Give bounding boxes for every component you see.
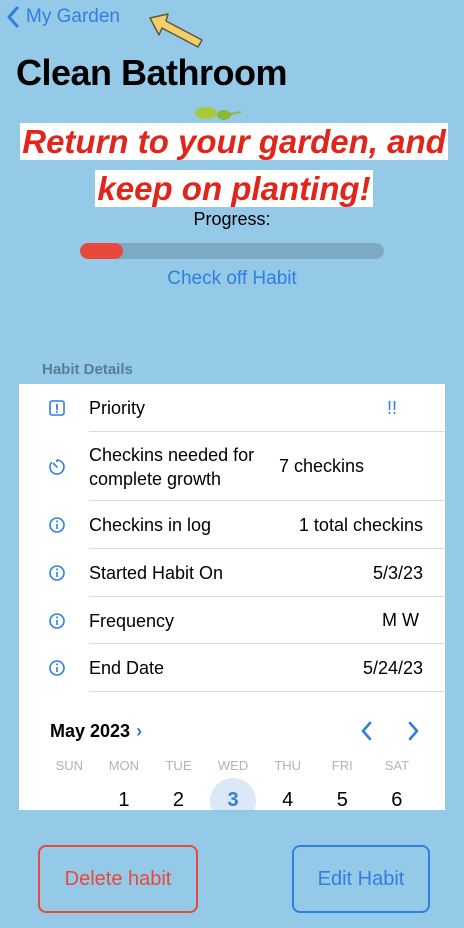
back-label: My Garden	[26, 6, 120, 27]
page-title: Clean Bathroom	[16, 52, 288, 93]
detail-value: 7 checkins	[279, 456, 365, 476]
exclamation-square-icon	[47, 398, 67, 418]
weekday-label: WED	[217, 758, 249, 773]
calendar-month-label[interactable]: May 2023	[50, 721, 130, 742]
timer-icon	[47, 457, 67, 477]
calendar-days: 1 2 3 4 5 6	[19, 773, 445, 810]
calendar-day[interactable]: 2	[151, 778, 206, 810]
detail-value: 5/24/23	[362, 657, 423, 678]
detail-row-checkins-in-log: Checkins in log 1 total checkins	[19, 501, 445, 549]
detail-label: Frequency	[89, 610, 175, 631]
detail-label: End Date	[89, 658, 165, 678]
info-icon	[47, 563, 67, 583]
detail-label: Checkins in log	[89, 515, 212, 535]
chevron-left-icon	[7, 6, 19, 28]
section-header-habit-details: Habit Details	[42, 361, 133, 378]
detail-value: 1 total checkins	[298, 514, 423, 535]
weekday-label: SAT	[384, 758, 410, 773]
edit-habit-button[interactable]: Edit Habit	[292, 845, 430, 913]
calendar-day[interactable]: 1	[97, 778, 152, 810]
weekday-label: THU	[274, 758, 302, 773]
calendar-day[interactable]: 5	[315, 778, 370, 810]
calendar-day[interactable]: 6	[370, 778, 425, 810]
progress-bar	[80, 243, 384, 259]
info-icon	[47, 658, 67, 678]
detail-label: Checkins needed for complete growth	[89, 444, 255, 489]
calendar-weekdays: SUN MON TUE WED THU FRI SAT	[19, 748, 445, 773]
calendar-header: May 2023 ›	[19, 692, 445, 748]
habit-details-card: Priority !! Checkins needed for complete…	[19, 384, 445, 810]
banner-line-1: Return to your garden, and	[20, 123, 448, 160]
banner-line-2: keep on planting!	[95, 170, 373, 207]
detail-row-priority: Priority !!	[19, 384, 445, 432]
weekday-label: MON	[108, 758, 140, 773]
encouragement-banner: Return to your garden, and keep on plant…	[14, 122, 454, 216]
weekday-label: FRI	[331, 758, 353, 773]
detail-row-started-on: Started Habit On 5/3/23	[19, 549, 445, 597]
detail-row-end-date: End Date 5/24/23	[19, 644, 445, 692]
calendar-next-month-icon[interactable]	[407, 720, 421, 742]
detail-value: 5/3/23	[372, 562, 423, 583]
back-button[interactable]: My Garden	[6, 6, 120, 28]
calendar-day-selected[interactable]: 3	[206, 778, 261, 810]
calendar-prev-month-icon[interactable]	[359, 720, 373, 742]
detail-row-frequency: Frequency M W	[19, 597, 445, 644]
detail-label: Started Habit On	[89, 563, 224, 583]
detail-row-checkins-needed: Checkins needed for complete growth 7 ch…	[19, 432, 445, 501]
info-icon	[47, 515, 67, 535]
weekday-label: SUN	[55, 758, 84, 773]
hint-arrow-icon	[149, 13, 203, 48]
chevron-right-small-icon[interactable]: ›	[136, 721, 142, 742]
calendar-day[interactable]: 4	[260, 778, 315, 810]
detail-label: Priority	[89, 398, 146, 418]
sprout-icon	[195, 107, 242, 120]
delete-habit-button[interactable]: Delete habit	[38, 845, 198, 913]
detail-value: M W	[382, 610, 419, 630]
info-icon	[47, 611, 67, 631]
calendar-day-empty	[42, 778, 97, 810]
weekday-label: TUE	[165, 758, 192, 773]
check-off-habit-button[interactable]: Check off Habit	[0, 268, 464, 290]
progress-label: Progress:	[193, 209, 271, 229]
progress-fill	[80, 243, 123, 259]
detail-value: !!	[386, 397, 397, 418]
